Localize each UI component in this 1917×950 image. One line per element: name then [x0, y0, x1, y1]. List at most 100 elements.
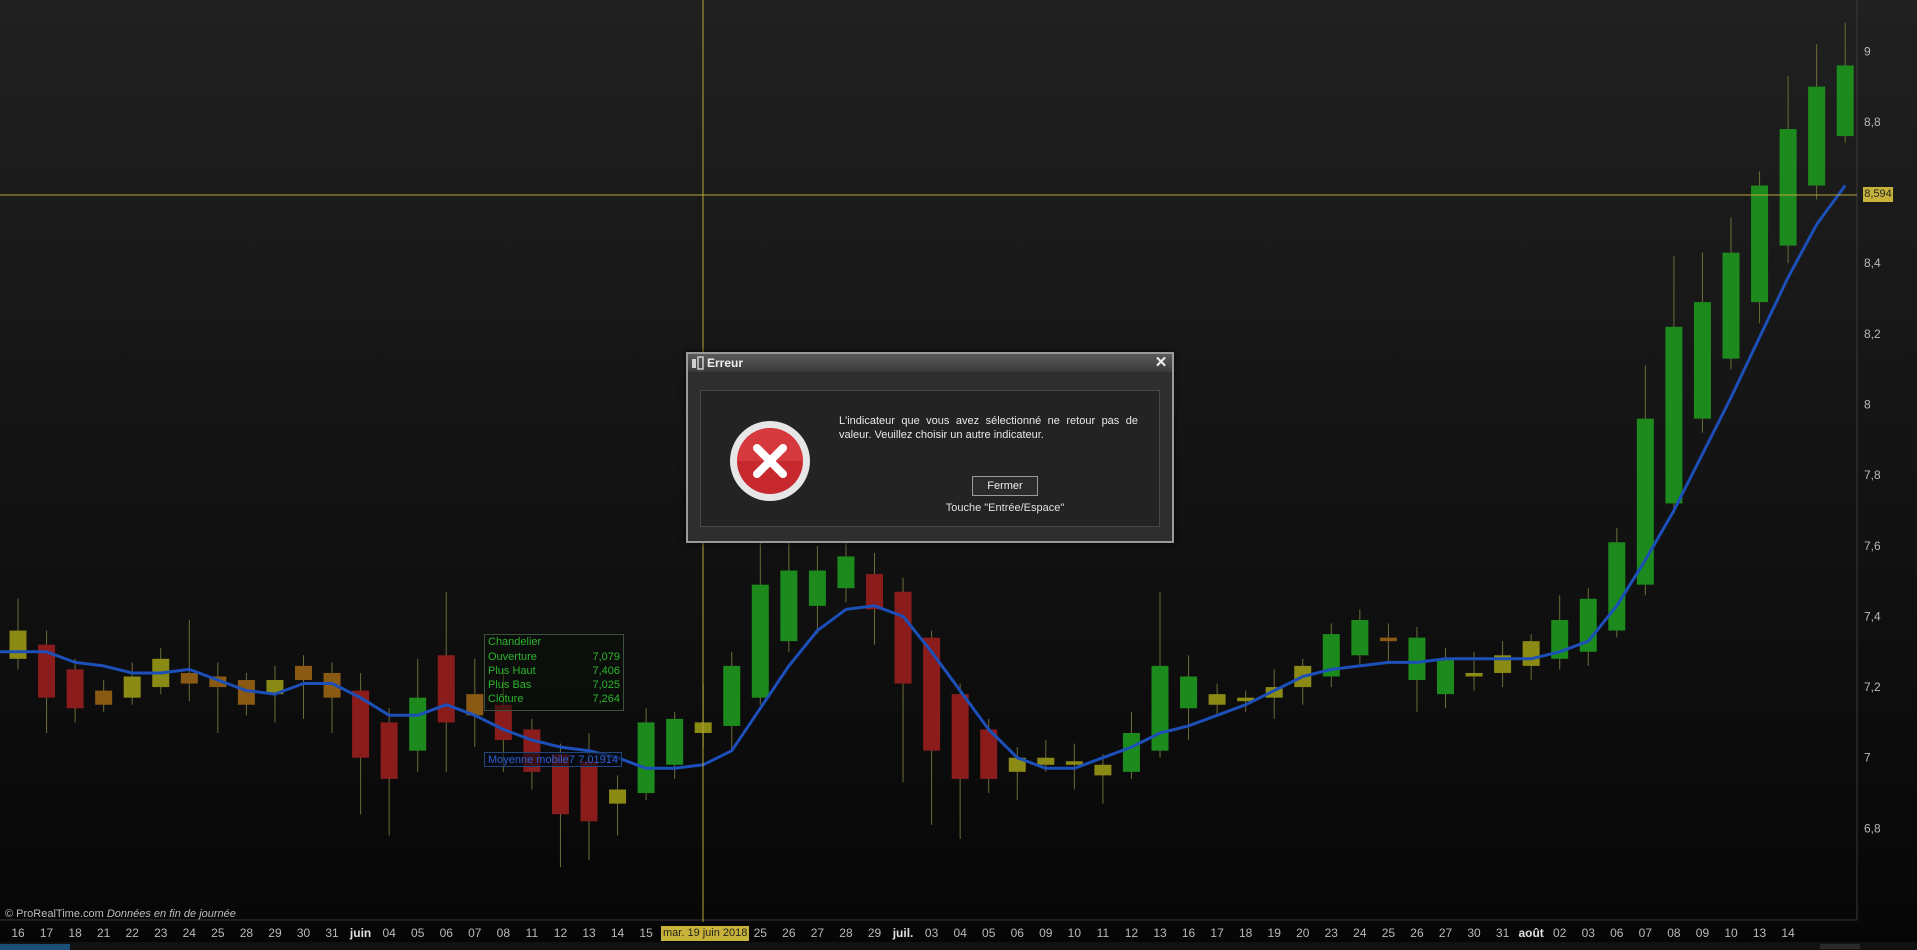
candle-body[interactable]: [866, 574, 883, 610]
candle-body[interactable]: [295, 665, 312, 681]
row-label: Plus Haut: [488, 665, 536, 677]
candle-body[interactable]: [123, 676, 141, 698]
candle-body[interactable]: [1779, 129, 1797, 246]
candle-body[interactable]: [666, 718, 684, 765]
time-tick-label: 16: [1182, 926, 1196, 940]
price-tick-label: 7,8: [1864, 468, 1881, 482]
price-tick-label: 8: [1864, 398, 1871, 412]
time-tick-label: 29: [268, 926, 282, 940]
candle-body[interactable]: [751, 584, 769, 698]
candle-body[interactable]: [1351, 619, 1369, 656]
candle-body[interactable]: [1180, 676, 1198, 709]
close-button[interactable]: Fermer: [972, 476, 1038, 496]
time-tick-label: 27: [811, 926, 825, 940]
candle-body[interactable]: [409, 697, 427, 751]
candle-body[interactable]: [1693, 302, 1711, 419]
row-value: 7,025: [592, 679, 620, 691]
candle-body[interactable]: [1722, 252, 1740, 359]
candle-tooltip: Chandelier Ouverture 7,079 Plus Haut 7,406…: [484, 634, 624, 711]
candle-body[interactable]: [1808, 86, 1826, 186]
candle-body[interactable]: [723, 665, 741, 726]
candle-body[interactable]: [923, 637, 941, 751]
time-tick-label: juil.: [892, 926, 914, 940]
candle-body[interactable]: [1065, 761, 1083, 765]
candle-body[interactable]: [1408, 637, 1426, 681]
candle-body[interactable]: [380, 722, 398, 779]
price-tick-label: 9: [1864, 44, 1871, 58]
price-tick-label: 8,4: [1864, 256, 1881, 270]
price-tick-label: 7,4: [1864, 609, 1881, 623]
time-tick-label: 28: [240, 926, 254, 940]
time-tick-label: 18: [1239, 926, 1253, 940]
candle-tooltip-row: Clôture 7,264: [485, 692, 623, 706]
price-tick-label: 7: [1864, 751, 1871, 765]
time-tick-label: 05: [982, 926, 996, 940]
time-tick-label: 12: [554, 926, 568, 940]
candle-body[interactable]: [837, 556, 855, 589]
candle-body[interactable]: [9, 630, 27, 659]
candle-body[interactable]: [951, 694, 969, 779]
time-tick-label: 05: [411, 926, 425, 940]
candle-body[interactable]: [1208, 694, 1226, 705]
time-tick-label: 10: [1068, 926, 1082, 940]
candle-body[interactable]: [894, 591, 912, 684]
row-label: Plus Bas: [488, 679, 532, 691]
crosshair-date-label: mar. 19 juin 2018: [661, 926, 750, 941]
candle-body[interactable]: [1608, 542, 1626, 631]
time-tick-label: 09: [1696, 926, 1710, 940]
candle-body[interactable]: [180, 672, 198, 684]
time-tick-label: 07: [1639, 926, 1653, 940]
time-tick-label: 13: [1753, 926, 1767, 940]
close-icon[interactable]: ✕: [1154, 354, 1168, 372]
time-tick-label: 25: [754, 926, 768, 940]
candle-body[interactable]: [637, 722, 655, 794]
dialog-body: L'indicateur que vous avez sélectionné n…: [700, 390, 1160, 527]
candle-body[interactable]: [66, 669, 84, 709]
candle-body[interactable]: [1751, 185, 1769, 303]
scroll-handle[interactable]: [1820, 944, 1860, 949]
candle-body[interactable]: [1037, 757, 1055, 765]
status-strip: [0, 942, 1917, 950]
time-tick-label: 13: [582, 926, 596, 940]
time-tick-label: 26: [782, 926, 796, 940]
error-dialog[interactable]: Erreur ✕ L'indicateur que vous avez séle…: [686, 352, 1174, 543]
candle-tooltip-row: Ouverture 7,079: [485, 650, 623, 664]
ma-tooltip-value: 7,01914: [578, 754, 618, 766]
keyboard-hint: Touche "Entrée/Espace": [945, 502, 1065, 514]
candle-body[interactable]: [1094, 764, 1112, 776]
time-tick-label: 23: [154, 926, 168, 940]
candle-body[interactable]: [1522, 641, 1540, 666]
row-label: Ouverture: [488, 651, 537, 663]
candle-body[interactable]: [95, 690, 113, 705]
candle-body[interactable]: [1437, 658, 1454, 695]
candle-body[interactable]: [609, 789, 627, 804]
candle-body[interactable]: [1836, 65, 1854, 137]
scroll-indicator[interactable]: [0, 944, 70, 950]
price-tick-label: 8,8: [1864, 115, 1881, 129]
time-tick-label: 17: [1210, 926, 1224, 940]
time-tick-label: 16: [11, 926, 25, 940]
price-tick-label: 7,2: [1864, 680, 1881, 694]
candle-body[interactable]: [1665, 326, 1683, 504]
time-tick-label: 13: [1153, 926, 1167, 940]
time-tick-label: août: [1518, 926, 1543, 940]
candle-body[interactable]: [1151, 665, 1169, 751]
time-tick-label: 06: [1011, 926, 1025, 940]
candle-body[interactable]: [580, 761, 598, 822]
price-tick-label: 8,2: [1864, 327, 1881, 341]
time-tick-label: juin: [349, 926, 371, 940]
time-tick-label: 24: [183, 926, 197, 940]
candle-body[interactable]: [1379, 637, 1397, 642]
copyright-source: © ProRealTime.com: [5, 908, 104, 920]
time-tick-label: 14: [611, 926, 625, 940]
time-axis[interactable]: 16 17 18 21 22 23 24 25 28 29 30 31 juin 04 05 06 07 08 11…: [11, 926, 1795, 940]
candle-body[interactable]: [1122, 732, 1140, 772]
time-tick-label: 04: [382, 926, 396, 940]
candle-body[interactable]: [808, 570, 826, 606]
candle-body[interactable]: [780, 570, 798, 642]
candle-body[interactable]: [1465, 672, 1483, 677]
candle-body[interactable]: [437, 655, 455, 723]
data-frequency-note: Données en fin de journée: [106, 908, 236, 920]
price-axis[interactable]: 98,88,68,48,287,87,67,47,276,8: [1864, 44, 1881, 835]
dialog-titlebar[interactable]: Erreur ✕: [688, 354, 1172, 372]
